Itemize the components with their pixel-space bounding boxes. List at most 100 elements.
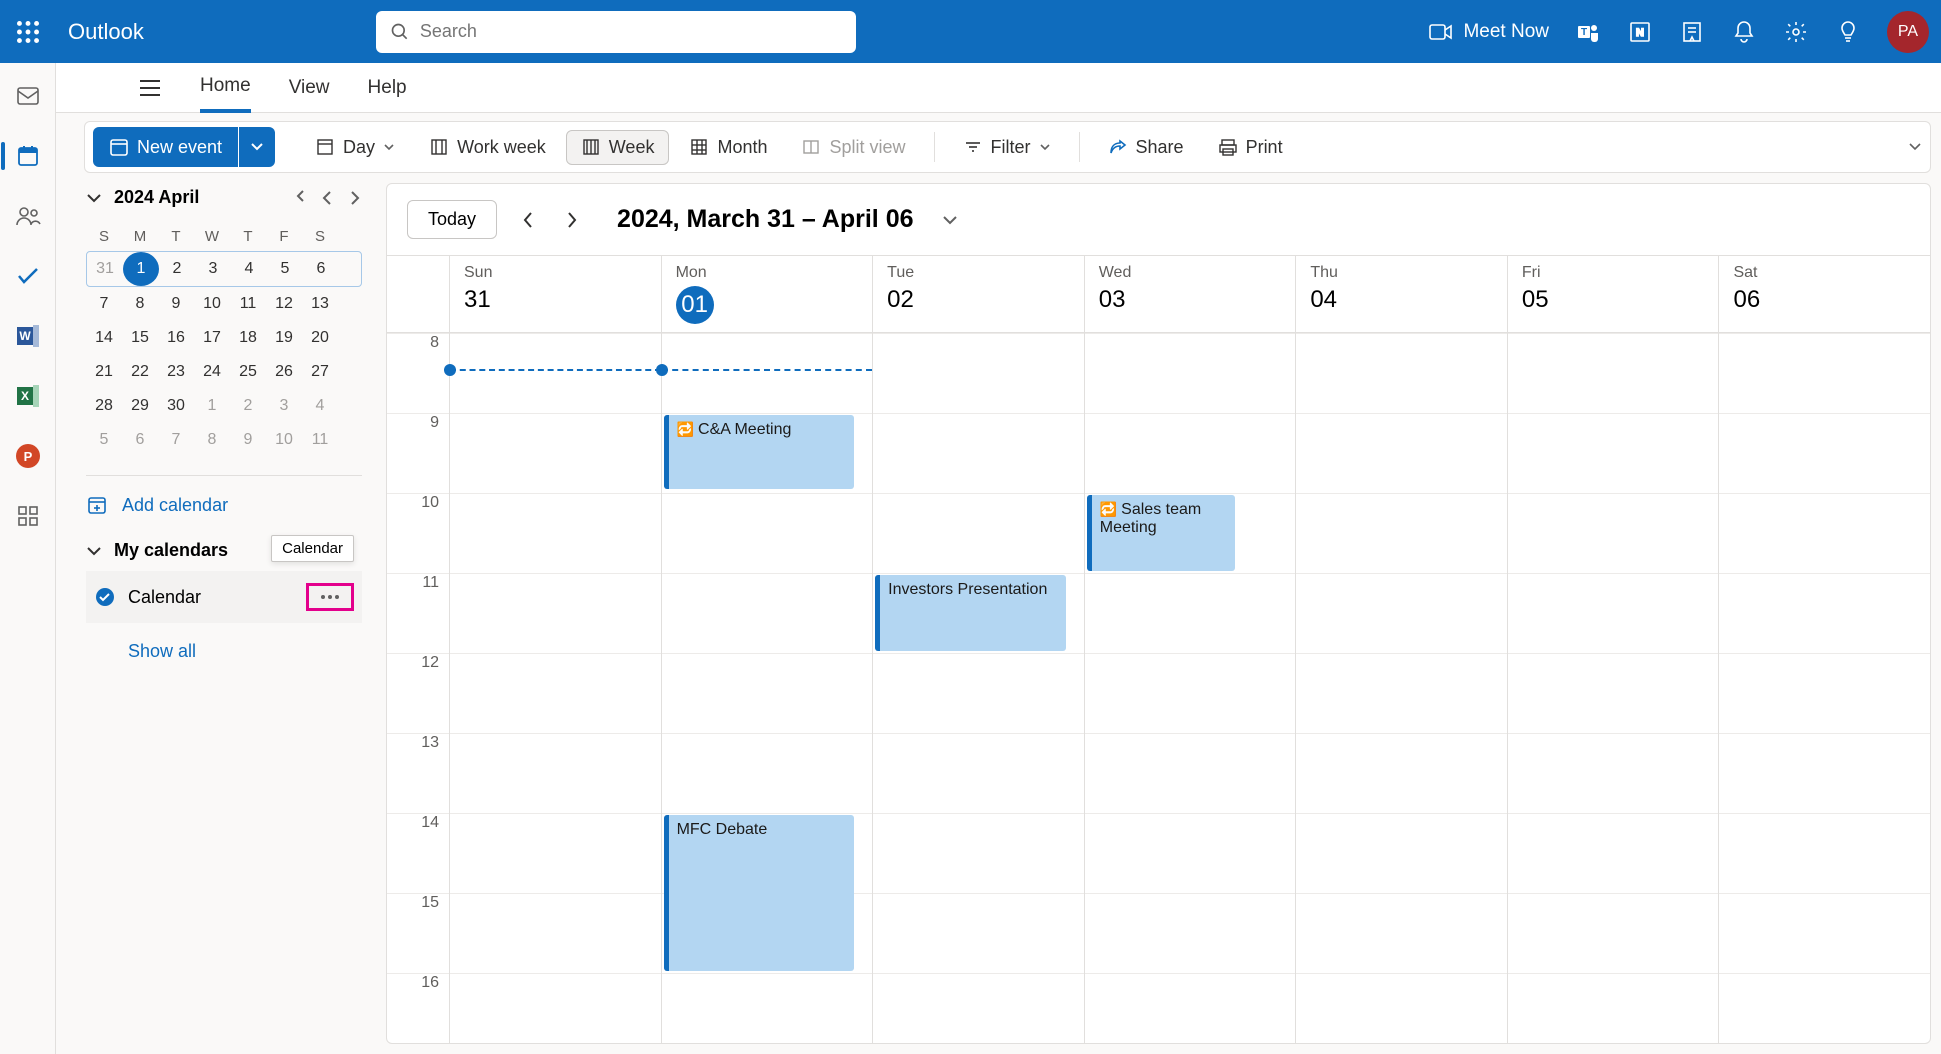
ribbon-expand-icon[interactable] [1908,142,1922,152]
mini-day[interactable]: 26 [266,355,302,389]
event-mfc-debate[interactable]: MFC Debate [664,815,855,971]
mini-day[interactable]: 11 [302,423,338,457]
mini-day[interactable]: 19 [266,321,302,355]
prev-week-button[interactable] [515,204,541,236]
mini-day[interactable]: 10 [194,287,230,321]
rail-powerpoint-icon[interactable]: P [13,441,43,471]
mini-day[interactable]: 18 [230,321,266,355]
mini-day[interactable]: 17 [194,321,230,355]
mini-day[interactable]: 6 [303,252,339,286]
day-header-sun[interactable]: Sun31 [449,256,661,332]
mini-day[interactable]: 16 [158,321,194,355]
calendar-more-button[interactable] [306,583,354,611]
mini-day[interactable]: 7 [86,287,122,321]
date-range-dropdown[interactable] [942,214,958,226]
today-button[interactable]: Today [407,200,497,239]
mini-day[interactable]: 15 [122,321,158,355]
day-column-mon[interactable]: 🔁C&A Meeting MFC Debate [661,333,873,1043]
day-column-sun[interactable] [449,333,661,1043]
day-header-mon[interactable]: Mon01 [661,256,873,332]
rail-todo-icon[interactable] [13,261,43,291]
mini-day[interactable]: 28 [86,389,122,423]
notifications-icon[interactable] [1731,19,1757,45]
share-button[interactable]: Share [1094,131,1198,164]
mini-day[interactable]: 8 [122,287,158,321]
day-header-tue[interactable]: Tue02 [872,256,1084,332]
time-grid[interactable]: 8 9 10 11 12 13 14 15 16 [387,333,1930,1043]
tab-home[interactable]: Home [200,63,251,113]
rail-excel-icon[interactable]: X [13,381,43,411]
mini-day[interactable]: 1 [194,389,230,423]
filter-button[interactable]: Filter [949,131,1065,164]
calendar-list-item[interactable]: Calendar Calendar [86,571,362,623]
mini-day[interactable]: 31 [87,252,123,286]
mini-day[interactable]: 2 [159,252,195,286]
rail-word-icon[interactable]: W [13,321,43,351]
check-circle-icon[interactable] [94,586,116,608]
day-column-tue[interactable]: Investors Presentation [872,333,1084,1043]
day-header-fri[interactable]: Fri05 [1507,256,1719,332]
tab-view[interactable]: View [289,65,330,111]
rail-more-apps-icon[interactable] [13,501,43,531]
account-avatar[interactable]: PA [1887,11,1929,53]
mini-day[interactable]: 27 [302,355,338,389]
mini-day[interactable]: 22 [122,355,158,389]
view-workweek-button[interactable]: Work week [415,131,560,164]
mini-day[interactable]: 23 [158,355,194,389]
day-column-thu[interactable] [1295,333,1507,1043]
mini-day[interactable]: 3 [266,389,302,423]
day-header-thu[interactable]: Thu04 [1295,256,1507,332]
new-event-dropdown[interactable] [239,127,275,167]
meet-now-button[interactable]: Meet Now [1429,21,1549,43]
prev-month-icon[interactable] [320,190,334,206]
tips-icon[interactable] [1835,19,1861,45]
mini-day-today[interactable]: 1 [123,252,159,286]
day-header-wed[interactable]: Wed03 [1084,256,1296,332]
tab-help[interactable]: Help [368,65,407,111]
mini-day[interactable]: 29 [122,389,158,423]
event-investors[interactable]: Investors Presentation [875,575,1066,651]
search-input[interactable] [420,21,842,42]
mini-day[interactable]: 9 [158,287,194,321]
mini-day[interactable]: 2 [230,389,266,423]
view-month-button[interactable]: Month [675,131,781,164]
view-day-button[interactable]: Day [301,131,409,164]
mini-day[interactable]: 9 [230,423,266,457]
view-week-button[interactable]: Week [566,130,670,165]
mini-day[interactable]: 7 [158,423,194,457]
prev-month-icon[interactable] [296,190,310,206]
day-column-sat[interactable] [1718,333,1930,1043]
event-sales-team[interactable]: 🔁Sales team Meeting [1087,495,1236,571]
mini-day[interactable]: 4 [302,389,338,423]
mini-day[interactable]: 24 [194,355,230,389]
mini-day[interactable]: 4 [231,252,267,286]
mini-day[interactable]: 3 [195,252,231,286]
day-header-sat[interactable]: Sat06 [1718,256,1930,332]
notes-icon[interactable] [1679,19,1705,45]
mini-day[interactable]: 30 [158,389,194,423]
mini-day[interactable]: 21 [86,355,122,389]
rail-calendar-icon[interactable] [13,141,43,171]
day-column-wed[interactable]: 🔁Sales team Meeting [1084,333,1296,1043]
mini-day[interactable]: 5 [86,423,122,457]
app-launcher-icon[interactable] [12,16,44,48]
rail-people-icon[interactable] [13,201,43,231]
new-event-button[interactable]: New event [93,127,238,167]
mini-day[interactable]: 12 [266,287,302,321]
teams-icon[interactable]: T [1575,19,1601,45]
show-all-link[interactable]: Show all [128,641,362,662]
mini-day[interactable]: 10 [266,423,302,457]
next-month-icon[interactable] [348,190,362,206]
add-calendar-button[interactable]: Add calendar [86,494,362,516]
mini-day[interactable]: 20 [302,321,338,355]
mini-day[interactable]: 13 [302,287,338,321]
mini-day[interactable]: 11 [230,287,266,321]
onenote-icon[interactable]: N [1627,19,1653,45]
print-button[interactable]: Print [1204,131,1297,164]
next-week-button[interactable] [559,204,585,236]
settings-icon[interactable] [1783,19,1809,45]
day-column-fri[interactable] [1507,333,1719,1043]
rail-mail-icon[interactable] [13,81,43,111]
mini-day[interactable]: 5 [267,252,303,286]
chevron-down-icon[interactable] [86,192,102,204]
